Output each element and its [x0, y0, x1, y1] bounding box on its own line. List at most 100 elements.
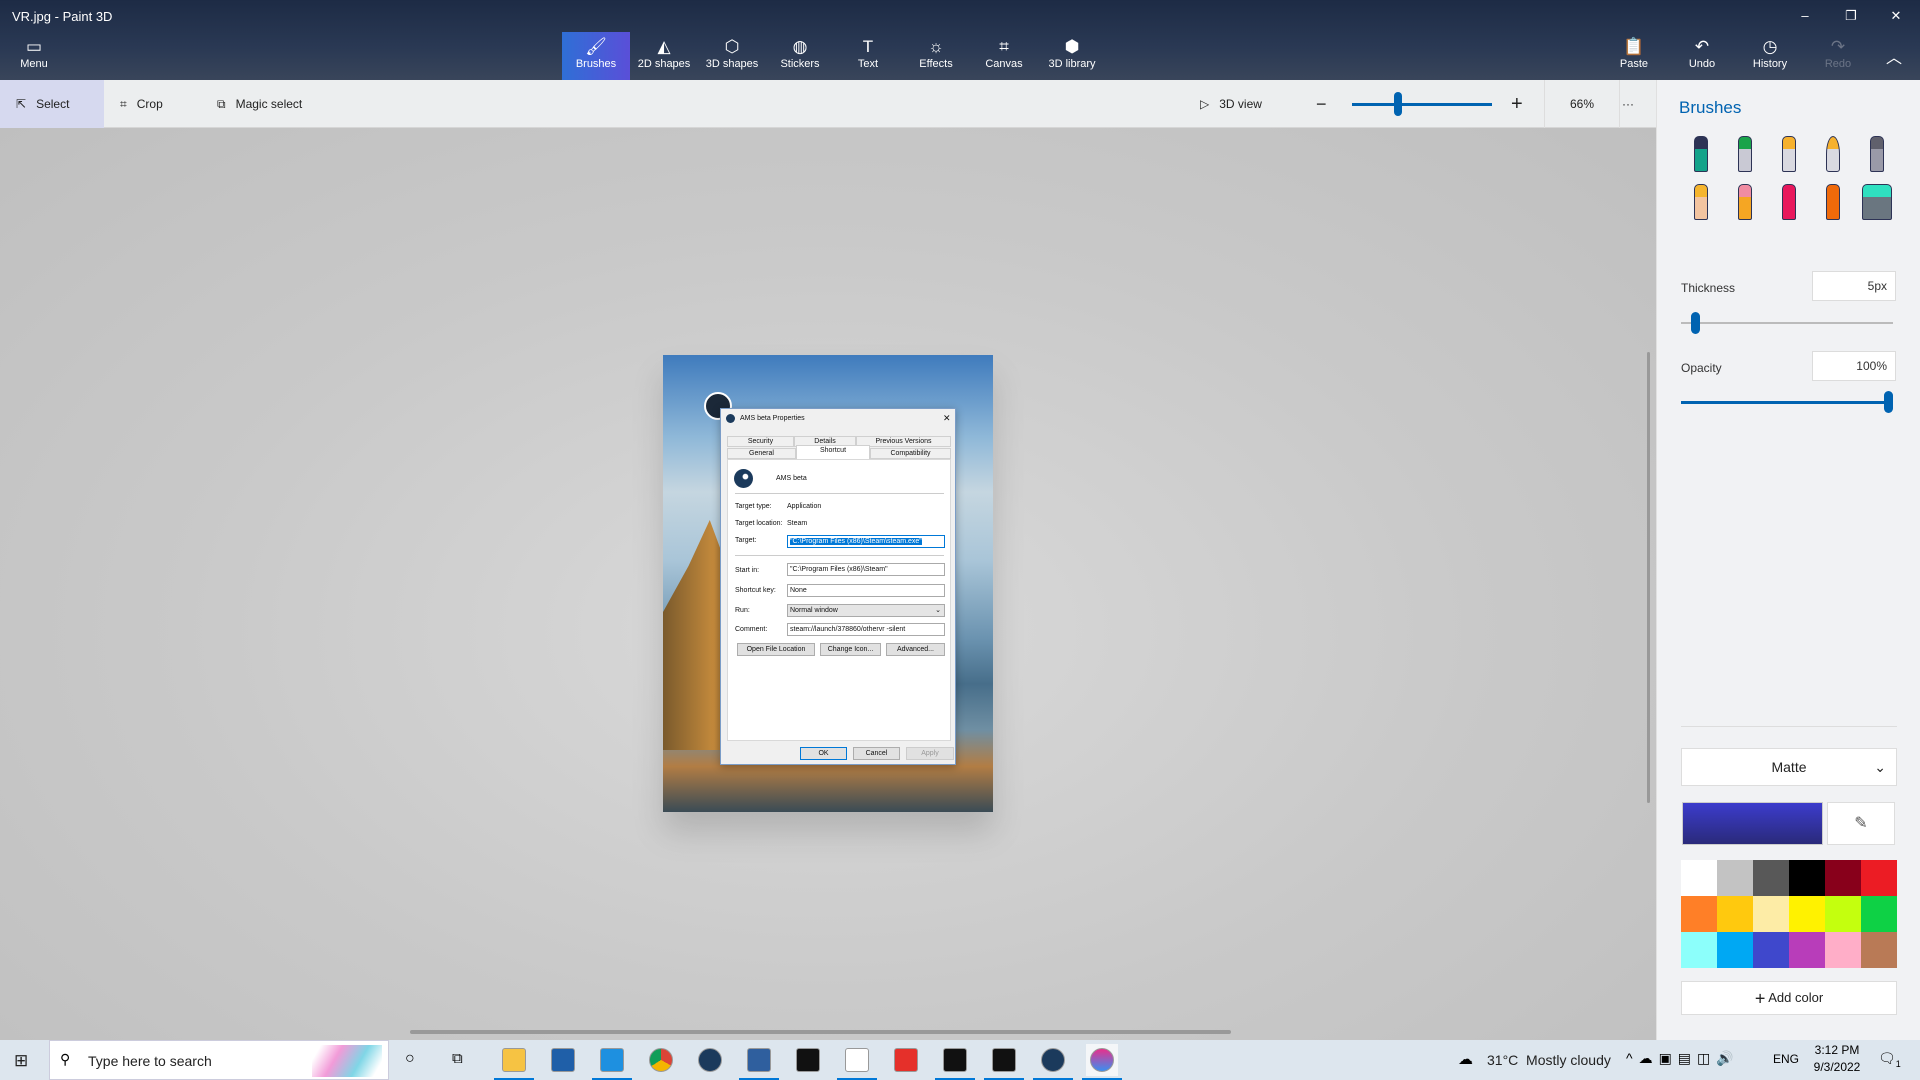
tab-canvas[interactable]: ⌗ Canvas: [970, 32, 1038, 80]
tab-stickers[interactable]: ◍ Stickers: [766, 32, 834, 80]
zoom-slider[interactable]: [1352, 103, 1492, 106]
fill-brush[interactable]: [1859, 184, 1895, 226]
palette-color-swatch[interactable]: [1825, 860, 1861, 896]
palette-color-swatch[interactable]: [1861, 932, 1897, 968]
finish-dropdown[interactable]: Matte ⌄: [1681, 748, 1897, 786]
oil-brush-brush[interactable]: [1771, 136, 1807, 178]
tab-shortcut[interactable]: Shortcut: [796, 445, 870, 459]
palette-color-swatch[interactable]: [1681, 896, 1717, 932]
thickness-input[interactable]: 5px: [1812, 271, 1896, 301]
weather-text[interactable]: 31°C Mostly cloudy: [1487, 1052, 1611, 1068]
select-tool[interactable]: ⇱ Select: [0, 80, 104, 128]
magic-select-tool[interactable]: ⧉ Magic select: [217, 80, 302, 128]
tab-compatibility[interactable]: Compatibility: [870, 448, 951, 459]
spray-can-brush[interactable]: [1815, 184, 1851, 226]
run-select[interactable]: Normal window ⌄: [787, 604, 945, 617]
zoom-out-button[interactable]: −: [1316, 80, 1327, 128]
crayon-brush[interactable]: [1771, 184, 1807, 226]
taskbar-app-paint-3d[interactable]: [1082, 1044, 1122, 1080]
open-file-location-button[interactable]: Open File Location: [737, 643, 815, 656]
taskbar-app-microsoft-store[interactable]: [547, 1044, 579, 1076]
advanced-button[interactable]: Advanced...: [886, 643, 945, 656]
dialog-close-button[interactable]: ✕: [943, 413, 951, 424]
language-indicator[interactable]: ENG: [1773, 1052, 1799, 1066]
more-options-button[interactable]: ···: [1622, 80, 1634, 128]
tab-3d-library[interactable]: ⬢ 3D library: [1038, 32, 1106, 80]
palette-color-swatch[interactable]: [1753, 932, 1789, 968]
paste-button[interactable]: 📋 Paste: [1600, 32, 1668, 80]
palette-color-swatch[interactable]: [1789, 896, 1825, 932]
target-input[interactable]: "C:\Program Files (x86)\Steam\steam.exe": [787, 535, 945, 548]
start-button[interactable]: ⊞: [14, 1051, 28, 1071]
calligraphy-pen-brush[interactable]: [1727, 136, 1763, 178]
history-button[interactable]: ◷ History: [1736, 32, 1804, 80]
taskbar-app-oculus-dark[interactable]: [935, 1044, 975, 1080]
minimize-button[interactable]: –: [1785, 4, 1825, 28]
shortcut-key-input[interactable]: None: [787, 584, 945, 597]
eraser-brush[interactable]: [1727, 184, 1763, 226]
taskbar-app-chrome[interactable]: [645, 1044, 677, 1076]
palette-color-swatch[interactable]: [1753, 896, 1789, 932]
palette-color-swatch[interactable]: [1825, 932, 1861, 968]
watercolor-brush[interactable]: [1815, 136, 1851, 178]
thickness-slider-thumb[interactable]: [1691, 312, 1700, 334]
redo-button[interactable]: ↷ Redo: [1804, 32, 1872, 80]
thickness-slider[interactable]: [1681, 322, 1893, 324]
horizontal-scrollbar[interactable]: [410, 1030, 1231, 1034]
tab-security[interactable]: Security: [727, 436, 794, 447]
zoom-in-button[interactable]: +: [1511, 80, 1523, 128]
palette-color-swatch[interactable]: [1681, 932, 1717, 968]
palette-color-swatch[interactable]: [1717, 860, 1753, 896]
taskbar-app-steam[interactable]: [694, 1044, 726, 1076]
clock[interactable]: 3:12 PM 9/3/2022: [1812, 1043, 1862, 1074]
palette-color-swatch[interactable]: [1717, 896, 1753, 932]
tab-text[interactable]: T Text: [834, 32, 902, 80]
menu-button[interactable]: ▭ Menu: [0, 32, 68, 80]
system-tray-icons[interactable]: ^☁▣▤◫🔊: [1626, 1050, 1740, 1067]
palette-color-swatch[interactable]: [1825, 896, 1861, 932]
marker-brush[interactable]: [1683, 136, 1719, 178]
pixel-pen-brush[interactable]: [1859, 136, 1895, 178]
tab-3d-shapes[interactable]: ⬡ 3D shapes: [698, 32, 766, 80]
opacity-input[interactable]: 100%: [1812, 351, 1896, 381]
tab-2d-shapes[interactable]: ◭ 2D shapes: [630, 32, 698, 80]
eyedropper-button[interactable]: ✎: [1827, 802, 1895, 845]
undo-button[interactable]: ↶ Undo: [1668, 32, 1736, 80]
palette-color-swatch[interactable]: [1861, 860, 1897, 896]
tab-previous-versions[interactable]: Previous Versions: [856, 436, 951, 447]
apply-button[interactable]: Apply: [906, 747, 954, 760]
tab-brushes[interactable]: 🖌 Brushes: [562, 32, 630, 80]
taskbar-app-app-red[interactable]: [890, 1044, 922, 1076]
taskbar-app-dcs[interactable]: [739, 1044, 779, 1080]
cortana-icon[interactable]: ○: [405, 1050, 415, 1068]
taskbar-app-steam[interactable]: [1033, 1044, 1073, 1080]
palette-color-swatch[interactable]: [1717, 932, 1753, 968]
cancel-button[interactable]: Cancel: [853, 747, 900, 760]
search-box[interactable]: ⚲ Type here to search: [49, 1040, 389, 1080]
palette-color-swatch[interactable]: [1789, 860, 1825, 896]
taskbar-app-oculus[interactable]: [837, 1044, 877, 1080]
current-color-swatch[interactable]: [1682, 802, 1823, 845]
palette-color-swatch[interactable]: [1681, 860, 1717, 896]
tab-effects[interactable]: ☼ Effects: [902, 32, 970, 80]
palette-color-swatch[interactable]: [1861, 896, 1897, 932]
palette-color-swatch[interactable]: [1753, 860, 1789, 896]
3d-view-toggle[interactable]: ▷ 3D view: [1200, 80, 1262, 128]
taskbar-app-app-black[interactable]: [984, 1044, 1024, 1080]
zoom-level[interactable]: 66%: [1544, 80, 1620, 128]
comment-input[interactable]: steam://launch/378860/othervr -silent: [787, 623, 945, 636]
collapse-chevron-icon[interactable]: ︿: [1886, 44, 1902, 68]
add-color-button[interactable]: + Add color: [1681, 981, 1897, 1015]
taskbar-app-oculus-app[interactable]: [792, 1044, 824, 1076]
crop-tool[interactable]: ⌗ Crop: [120, 80, 163, 128]
tab-general[interactable]: General: [727, 448, 796, 459]
taskbar-app-mail[interactable]: [592, 1044, 632, 1080]
ok-button[interactable]: OK: [800, 747, 847, 760]
notification-icon[interactable]: 🗨1: [1878, 1050, 1901, 1069]
zoom-slider-thumb[interactable]: [1394, 92, 1403, 116]
maximize-button[interactable]: ❐: [1831, 4, 1871, 28]
palette-color-swatch[interactable]: [1789, 932, 1825, 968]
opacity-slider-thumb[interactable]: [1884, 391, 1893, 413]
weather-icon[interactable]: ☁: [1458, 1050, 1473, 1068]
taskbar-app-file-explorer[interactable]: [494, 1044, 534, 1080]
